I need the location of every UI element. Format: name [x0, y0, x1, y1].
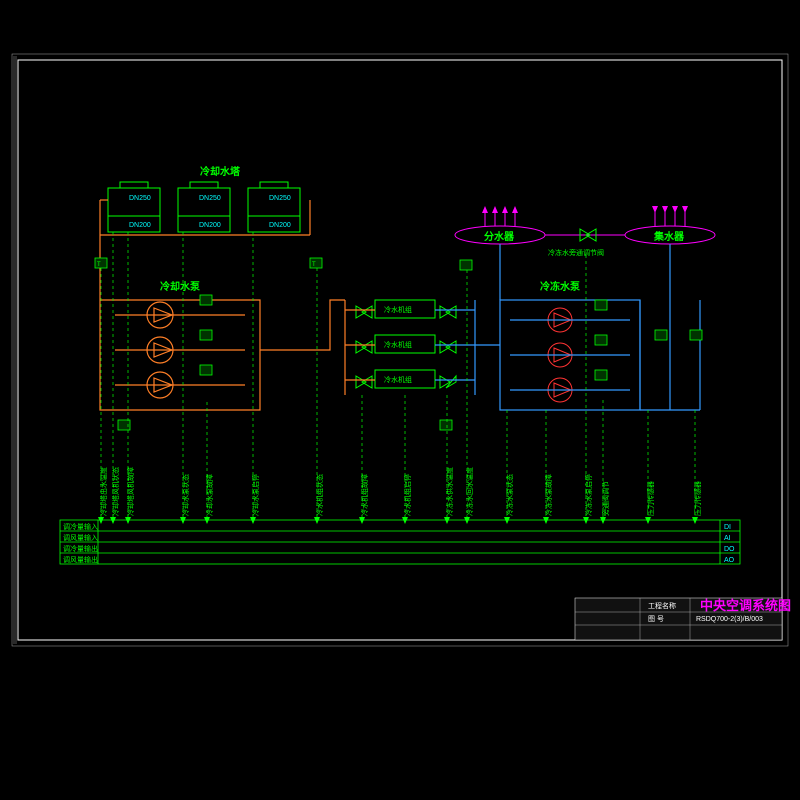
svg-text:冷水机组启停: 冷水机组启停	[403, 474, 412, 516]
svg-text:冷冻水供水温度: 冷冻水供水温度	[445, 467, 454, 516]
svg-text:压力传感器: 压力传感器	[693, 481, 702, 516]
svg-text:T: T	[312, 262, 316, 268]
svg-text:冷冻水回水温度: 冷冻水回水温度	[465, 467, 474, 516]
svg-text:冷冻水泵故障: 冷冻水泵故障	[544, 474, 553, 516]
chiller-1: 冷水机组	[375, 300, 435, 318]
svg-text:冷却水泵状态: 冷却水泵状态	[181, 474, 190, 516]
svg-text:冷冻水泵启停: 冷冻水泵启停	[584, 474, 593, 516]
svg-text:冷水机组: 冷水机组	[384, 375, 412, 384]
svg-text:AO: AO	[724, 557, 735, 564]
svg-text:冷却水泵启停: 冷却水泵启停	[251, 474, 260, 516]
svg-text:冷却塔风机故障: 冷却塔风机故障	[126, 467, 135, 516]
svg-text:DN250: DN250	[269, 195, 291, 202]
svg-text:冷却塔出水温度: 冷却塔出水温度	[99, 467, 108, 516]
svg-text:DN250: DN250	[129, 195, 151, 202]
svg-text:DN200: DN200	[269, 222, 291, 229]
svg-text:冷冻水泵状态: 冷冻水泵状态	[505, 474, 514, 516]
chiller-2: 冷水机组	[375, 335, 435, 353]
svg-text:集水器: 集水器	[653, 230, 685, 243]
signal-labels: 冷却塔出水温度 冷却塔风机状态 冷却塔风机故障 冷却水泵状态 冷却水泵故障 冷却…	[99, 467, 702, 516]
svg-text:冷水机组: 冷水机组	[384, 340, 412, 349]
title-block: 工程名称 中央空调系统图 图 号 RSDQ700-2(3)/B/003	[575, 598, 791, 640]
cond-pump-title: 冷却水泵	[160, 280, 201, 293]
svg-text:旁通阀调节: 旁通阀调节	[601, 481, 610, 516]
cooling-tower-3: DN250 DN200	[248, 182, 300, 232]
svg-text:中央空调系统图: 中央空调系统图	[700, 598, 791, 613]
cooling-tower-2: DN250 DN200	[178, 182, 230, 232]
svg-text:DN250: DN250	[199, 195, 221, 202]
chilled-pump-title: 冷冻水泵	[540, 280, 581, 293]
svg-text:调冷量输出: 调冷量输出	[63, 544, 98, 553]
svg-text:RSDQ700-2(3)/B/003: RSDQ700-2(3)/B/003	[696, 616, 763, 623]
svg-text:调冷量输入: 调冷量输入	[63, 522, 98, 531]
io-table: 调冷量输入 调风量输入 调冷量输出 调风量输出 DI AI DO AO	[60, 520, 740, 564]
svg-text:工程名称: 工程名称	[648, 601, 676, 610]
svg-text:T: T	[97, 262, 101, 268]
svg-text:DI: DI	[724, 524, 731, 531]
svg-text:冷水机组: 冷水机组	[384, 305, 412, 314]
chiller-3: 冷水机组	[375, 370, 435, 388]
svg-text:冷却水泵故障: 冷却水泵故障	[205, 474, 214, 516]
svg-text:冷水机组故障: 冷水机组故障	[360, 474, 369, 516]
svg-text:DN200: DN200	[199, 222, 221, 229]
svg-text:冷冻水旁通调节阀: 冷冻水旁通调节阀	[548, 248, 604, 257]
svg-text:AI: AI	[724, 535, 731, 542]
svg-text:DO: DO	[724, 546, 735, 553]
svg-text:压力传感器: 压力传感器	[646, 481, 655, 516]
svg-text:调风量输入: 调风量输入	[63, 533, 98, 542]
svg-text:图 号: 图 号	[648, 615, 664, 623]
return-header: 集水器	[625, 206, 715, 244]
svg-text:冷却塔风机状态: 冷却塔风机状态	[111, 467, 120, 516]
cad-drawing: 冷却水塔 DN250 DN200 DN250 DN200 DN250 DN200…	[0, 0, 800, 800]
cooling-tower-title: 冷却水塔	[200, 165, 241, 178]
svg-text:调风量输出: 调风量输出	[63, 555, 98, 564]
svg-text:DN200: DN200	[129, 222, 151, 229]
svg-text:冷水机组状态: 冷水机组状态	[315, 474, 324, 516]
supply-header: 分水器	[455, 206, 545, 244]
cooling-tower-1: DN250 DN200	[108, 182, 160, 232]
svg-text:分水器: 分水器	[484, 230, 515, 243]
